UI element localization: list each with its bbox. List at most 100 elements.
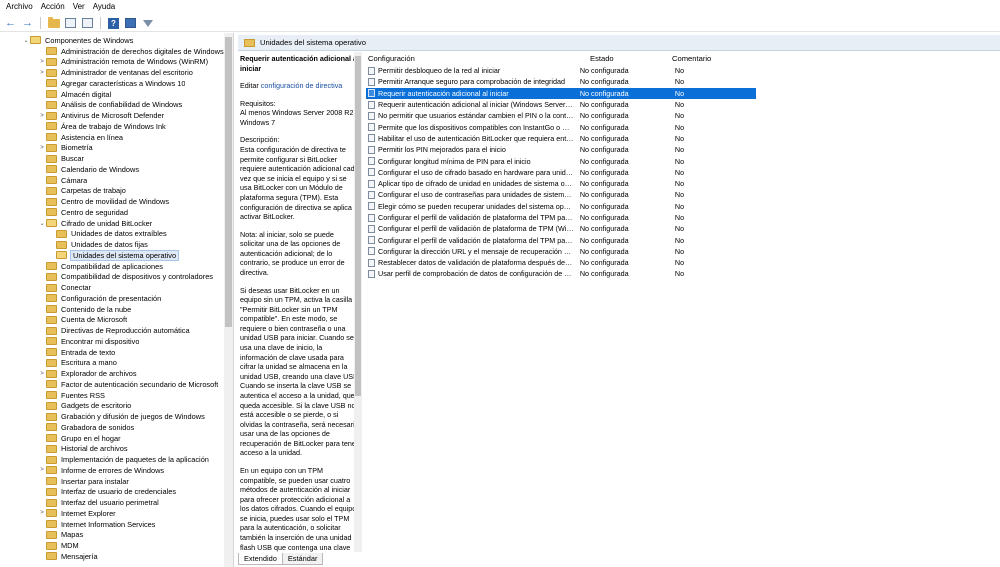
tree-item[interactable]: Mapas [0, 530, 224, 541]
tree-item[interactable]: > Antivirus de Microsoft Defender [0, 110, 224, 121]
table-row[interactable]: Configurar longitud mínima de PIN para e… [366, 155, 756, 166]
tree-item[interactable]: > Internet Explorer [0, 508, 224, 519]
menu-accion[interactable]: Acción [39, 0, 71, 14]
tree-item[interactable]: Conectar [0, 282, 224, 293]
tree-item[interactable]: MDM [0, 540, 224, 551]
tree-item[interactable]: Grupo en el hogar [0, 433, 224, 444]
menu-ver[interactable]: Ver [71, 0, 91, 14]
table-row[interactable]: Requerir autenticación adicional al inic… [366, 87, 756, 99]
tree-item[interactable]: Análisis de confiabilidad de Windows [0, 100, 224, 111]
tree-item[interactable]: Interfaz del usuario perimetral [0, 497, 224, 508]
column-header-state[interactable]: Estado [590, 54, 614, 63]
tab-extendido[interactable]: Extendido [238, 553, 283, 565]
tree-item[interactable]: > Informe de errores de Windows [0, 465, 224, 476]
tree-item[interactable]: Grabación y difusión de juegos de Window… [0, 411, 224, 422]
tree-item[interactable]: Unidades de datos fijas [0, 239, 224, 250]
expand-chevron-icon[interactable]: > [38, 70, 46, 76]
tree-item[interactable]: Almacén digital [0, 89, 224, 100]
tree-item[interactable]: > Administración remota de Windows (WinRM… [0, 57, 224, 68]
table-row[interactable]: Requerir autenticación adicional al inic… [366, 99, 756, 110]
tree-item[interactable]: Implementación de paquetes de la aplicac… [0, 454, 224, 465]
tree-item[interactable]: Contenido de la nube [0, 304, 224, 315]
tree-scrollbar[interactable] [224, 33, 233, 567]
expand-chevron-icon[interactable]: ⌄ [22, 37, 30, 44]
table-row[interactable]: Configurar el uso de contraseñas para un… [366, 189, 756, 200]
table-row[interactable]: Permitir Arranque seguro para comprobaci… [366, 76, 756, 87]
tree-item[interactable]: Configuración de presentación [0, 293, 224, 304]
tree-item[interactable]: Grabadora de sonidos [0, 422, 224, 433]
tree-item[interactable]: Escritura a mano [0, 358, 224, 369]
expand-chevron-icon[interactable]: > [38, 113, 46, 119]
table-row[interactable]: Permitir desbloqueo de la red al iniciar… [366, 65, 756, 76]
tree-item[interactable]: Calendario de Windows [0, 164, 224, 175]
table-row[interactable]: Elegir cómo se pueden recuperar unidades… [366, 201, 756, 212]
column-header-comment[interactable]: Comentario [672, 54, 711, 63]
table-row[interactable]: Usar perfil de comprobación de datos de … [366, 268, 756, 279]
table-row[interactable]: Configurar la dirección URL y el mensaje… [366, 246, 756, 257]
tree-item[interactable]: Historial de archivos [0, 444, 224, 455]
table-row[interactable]: No permitir que usuarios estándar cambie… [366, 110, 756, 121]
tree-item[interactable]: Compatibilidad de aplicaciones [0, 261, 224, 272]
tree-item[interactable]: Interfaz de usuario de credenciales [0, 487, 224, 498]
tree-item[interactable]: Asistencia en línea [0, 132, 224, 143]
tree-item[interactable]: Centro de seguridad [0, 207, 224, 218]
expand-chevron-icon[interactable]: > [38, 510, 46, 516]
table-row[interactable]: Configurar el perfil de validación de pl… [366, 234, 756, 245]
expand-chevron-icon[interactable]: > [38, 467, 46, 473]
back-arrow-icon[interactable]: ← [4, 17, 17, 30]
table-row[interactable]: Configurar el perfil de validación de pl… [366, 223, 756, 234]
forward-arrow-icon[interactable]: → [21, 17, 34, 30]
up-folder-icon[interactable] [47, 16, 60, 30]
tree-item[interactable]: Área de trabajo de Windows Ink [0, 121, 224, 132]
tree-item[interactable]: Directivas de Reproducción automática [0, 325, 224, 336]
expand-chevron-icon[interactable]: ⌄ [38, 220, 46, 227]
tree-item[interactable]: Encontrar mi dispositivo [0, 336, 224, 347]
tree-item[interactable]: Cuenta de Microsoft [0, 315, 224, 326]
tree-item[interactable]: Cámara [0, 175, 224, 186]
tree-item[interactable]: > Biometría [0, 143, 224, 154]
tree-item[interactable]: Internet Information Services [0, 519, 224, 530]
tree-item[interactable]: ⌄ Componentes de Windows [0, 35, 224, 46]
folder-up-icon [47, 16, 60, 28]
tree-item[interactable]: Gadgets de escritorio [0, 401, 224, 412]
tree-item[interactable]: ⌄ Cifrado de unidad BitLocker [0, 218, 224, 229]
tree-item[interactable]: Compatibilidad de dispositivos y control… [0, 272, 224, 283]
column-header-setting[interactable]: Configuración [368, 54, 415, 63]
table-row[interactable]: Habilitar el uso de autenticación BitLoc… [366, 133, 756, 144]
tree-item[interactable]: > Explorador de archivos [0, 368, 224, 379]
table-row[interactable]: Permite que los dispositivos compatibles… [366, 121, 756, 132]
table-row[interactable]: Configurar el uso de cifrado basado en h… [366, 167, 756, 178]
help-button[interactable]: ? [107, 17, 120, 30]
table-row[interactable]: Configurar el perfil de validación de pl… [366, 212, 756, 223]
table-row[interactable]: Permitir los PIN mejorados para el inici… [366, 144, 756, 155]
export-list-icon[interactable] [81, 17, 94, 30]
menu-archivo[interactable]: Archivo [4, 0, 39, 14]
tree-item[interactable]: Unidades de datos extraíbles [0, 229, 224, 240]
show-tree-icon[interactable] [64, 17, 77, 30]
filter-button[interactable] [141, 17, 154, 30]
description-scrollbar-thumb[interactable] [355, 56, 361, 396]
tab-estandar[interactable]: Estándar [281, 553, 324, 565]
tree-item[interactable]: Administración de derechos digitales de … [0, 46, 224, 57]
menu-ayuda[interactable]: Ayuda [91, 0, 122, 14]
tree-item[interactable]: Buscar [0, 153, 224, 164]
tree-item[interactable]: Factor de autenticación secundario de Mi… [0, 379, 224, 390]
tree-item[interactable]: Unidades del sistema operativo [0, 250, 224, 261]
tree-item[interactable]: Carpetas de trabajo [0, 186, 224, 197]
tree-item[interactable]: Agregar características a Windows 10 [0, 78, 224, 89]
expand-chevron-icon[interactable]: > [38, 145, 46, 151]
table-row[interactable]: Restablecer datos de validación de plata… [366, 257, 756, 268]
tree-item[interactable]: Mensajería [0, 551, 224, 562]
properties-view-icon[interactable] [124, 17, 137, 30]
tree-scrollbar-thumb[interactable] [225, 37, 232, 327]
table-row[interactable]: Aplicar tipo de cifrado de unidad en uni… [366, 178, 756, 189]
tree-item[interactable]: Fuentes RSS [0, 390, 224, 401]
expand-chevron-icon[interactable]: > [38, 371, 46, 377]
expand-chevron-icon[interactable]: > [38, 59, 46, 65]
tree-item[interactable]: Entrada de texto [0, 347, 224, 358]
edit-policy-link[interactable]: configuración de directiva [261, 81, 343, 90]
tree-item[interactable]: Insertar para instalar [0, 476, 224, 487]
description-scrollbar[interactable] [354, 52, 362, 552]
tree-item[interactable]: Centro de movilidad de Windows [0, 196, 224, 207]
tree-item[interactable]: > Administrador de ventanas del escritori… [0, 67, 224, 78]
